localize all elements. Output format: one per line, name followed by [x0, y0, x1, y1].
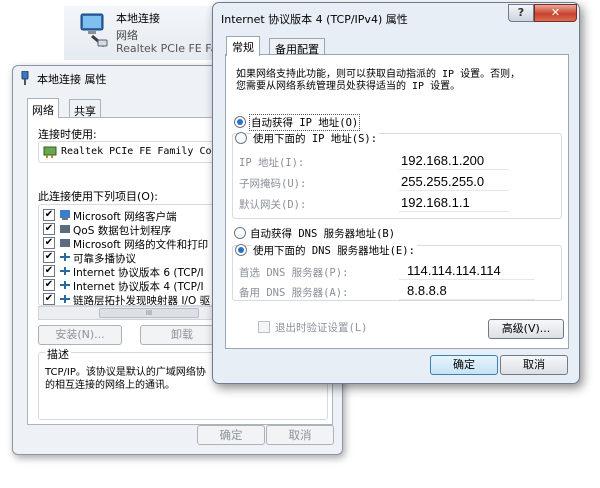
adapter-icon — [43, 146, 57, 158]
item-checkbox[interactable]: ✔ — [43, 237, 55, 249]
auto-ip-radio[interactable] — [234, 116, 246, 128]
protocol-icon — [60, 267, 70, 275]
advanced-button[interactable]: 高级(V)... — [488, 319, 564, 339]
item-checkbox[interactable]: ✔ — [43, 293, 55, 305]
service-icon — [60, 239, 70, 247]
validate-settings-label: 退出时验证设置(L) — [275, 322, 368, 334]
window-title: 本地连接 属性 — [37, 73, 107, 86]
item-checkbox[interactable]: ✔ — [43, 209, 55, 221]
help-button[interactable]: ? — [508, 4, 534, 22]
item-label: Internet 协议版本 6 (TCP/I — [73, 267, 204, 279]
item-checkbox[interactable]: ✔ — [43, 251, 55, 263]
general-tab-panel: 如果网络支持此功能，则可以获取自动指派的 IP 设置。否则， 您需要从网络系统管… — [225, 54, 569, 349]
default-gateway-input[interactable]: 192.168.1.1 — [399, 194, 509, 212]
item-checkbox[interactable]: ✔ — [43, 279, 55, 291]
description-label: 描述 — [45, 346, 71, 362]
items-list[interactable]: ✔ Microsoft 网络客户端 ✔ QoS 数据包计划程序 ✔ Micros… — [38, 204, 238, 306]
item-label: Internet 协议版本 4 (TCP/I — [73, 281, 204, 293]
protocol-icon — [60, 281, 70, 289]
item-checkbox[interactable]: ✔ — [43, 223, 55, 235]
intro-text: 您需要从网络系统管理员处获得适当的 IP 设置。 — [236, 81, 461, 92]
install-button[interactable]: 安装(N)... — [38, 325, 122, 345]
network-connection-item[interactable]: 本地连接 网络 Realtek PCIe FE Fa — [64, 6, 224, 60]
ipv4-properties-window: Internet 协议版本 4 (TCP/IPv4) 属性 ? ✕ 常规 备用配… — [212, 2, 580, 384]
connection-type: 网络 — [116, 29, 138, 42]
connection-name: 本地连接 — [116, 12, 160, 25]
manual-dns-label[interactable]: 使用下面的 DNS 服务器地址(E): — [251, 243, 417, 258]
back-ok-button[interactable]: 确定 — [197, 425, 265, 445]
manual-ip-label[interactable]: 使用下面的 IP 地址(S): — [251, 131, 380, 146]
validate-settings-checkbox[interactable] — [258, 321, 270, 333]
item-label: QoS 数据包计划程序 — [73, 225, 172, 237]
preferred-dns-input[interactable]: 114.114.114.114 — [399, 262, 535, 280]
description-text: 的相互连接的网络上的通讯。 — [45, 380, 175, 391]
manual-dns-radio[interactable] — [235, 244, 247, 256]
auto-dns-label[interactable]: 自动获得 DNS 服务器地址(B) — [250, 226, 395, 241]
auto-dns-radio[interactable] — [234, 227, 246, 239]
tab-general[interactable]: 常规 — [226, 36, 260, 56]
adapter-name: Realtek PCIe FE Family Contr — [61, 146, 230, 157]
item-label: 可靠多播协议 — [73, 253, 136, 265]
network-connection-icon — [80, 13, 108, 48]
window-network-icon — [21, 71, 29, 85]
alternate-dns-input[interactable]: 8.8.8.8 — [399, 282, 535, 300]
window-title: Internet 协议版本 4 (TCP/IPv4) 属性 — [221, 13, 408, 26]
ip-settings-group: 使用下面的 IP 地址(S): IP 地址(I): 192.168.1.200 … — [232, 131, 562, 219]
subnet-mask-label: 子网掩码(U): — [239, 178, 307, 190]
list-horizontal-scrollbar[interactable]: III — [38, 306, 238, 320]
cancel-button[interactable]: 取消 — [500, 355, 568, 375]
close-button[interactable]: ✕ — [534, 4, 577, 22]
manual-ip-radio[interactable] — [235, 132, 247, 144]
item-checkbox[interactable]: ✔ — [43, 265, 55, 277]
preferred-dns-label: 首选 DNS 服务器(P): — [239, 267, 349, 279]
client-icon — [60, 210, 70, 220]
ip-address-label: IP 地址(I): — [239, 157, 305, 169]
connect-using-label: 连接时使用: — [38, 128, 97, 141]
ok-button[interactable]: 确定 — [430, 355, 498, 375]
adapter-box: Realtek PCIe FE Family Contr — [38, 141, 238, 163]
scrollbar-thumb[interactable]: III — [99, 308, 199, 318]
close-icon: ✕ — [550, 6, 561, 19]
item-label: 链路层拓扑发现映射器 I/O 驱 — [73, 295, 211, 306]
auto-ip-label[interactable]: 自动获得 IP 地址(O) — [248, 114, 361, 131]
subnet-mask-input[interactable]: 255.255.255.0 — [399, 173, 509, 191]
ip-address-input[interactable]: 192.168.1.200 — [399, 152, 509, 170]
default-gateway-label: 默认网关(D): — [239, 199, 307, 211]
tab-network[interactable]: 网络 — [27, 98, 59, 118]
tab-sharing[interactable]: 共享 — [69, 99, 101, 118]
dns-settings-group: 使用下面的 DNS 服务器地址(E): 首选 DNS 服务器(P): 114.1… — [232, 243, 562, 301]
connection-device: Realtek PCIe FE Fa — [116, 42, 218, 55]
item-label: Microsoft 网络客户端 — [73, 211, 177, 223]
protocol-icon — [60, 295, 70, 303]
protocol-icon — [60, 253, 70, 261]
items-label: 此连接使用下列项目(O): — [38, 190, 158, 203]
back-cancel-button[interactable]: 取消 — [266, 425, 334, 445]
item-label: Microsoft 网络的文件和打印 — [73, 239, 209, 251]
service-icon — [60, 225, 70, 233]
alternate-dns-label: 备用 DNS 服务器(A): — [239, 287, 349, 299]
